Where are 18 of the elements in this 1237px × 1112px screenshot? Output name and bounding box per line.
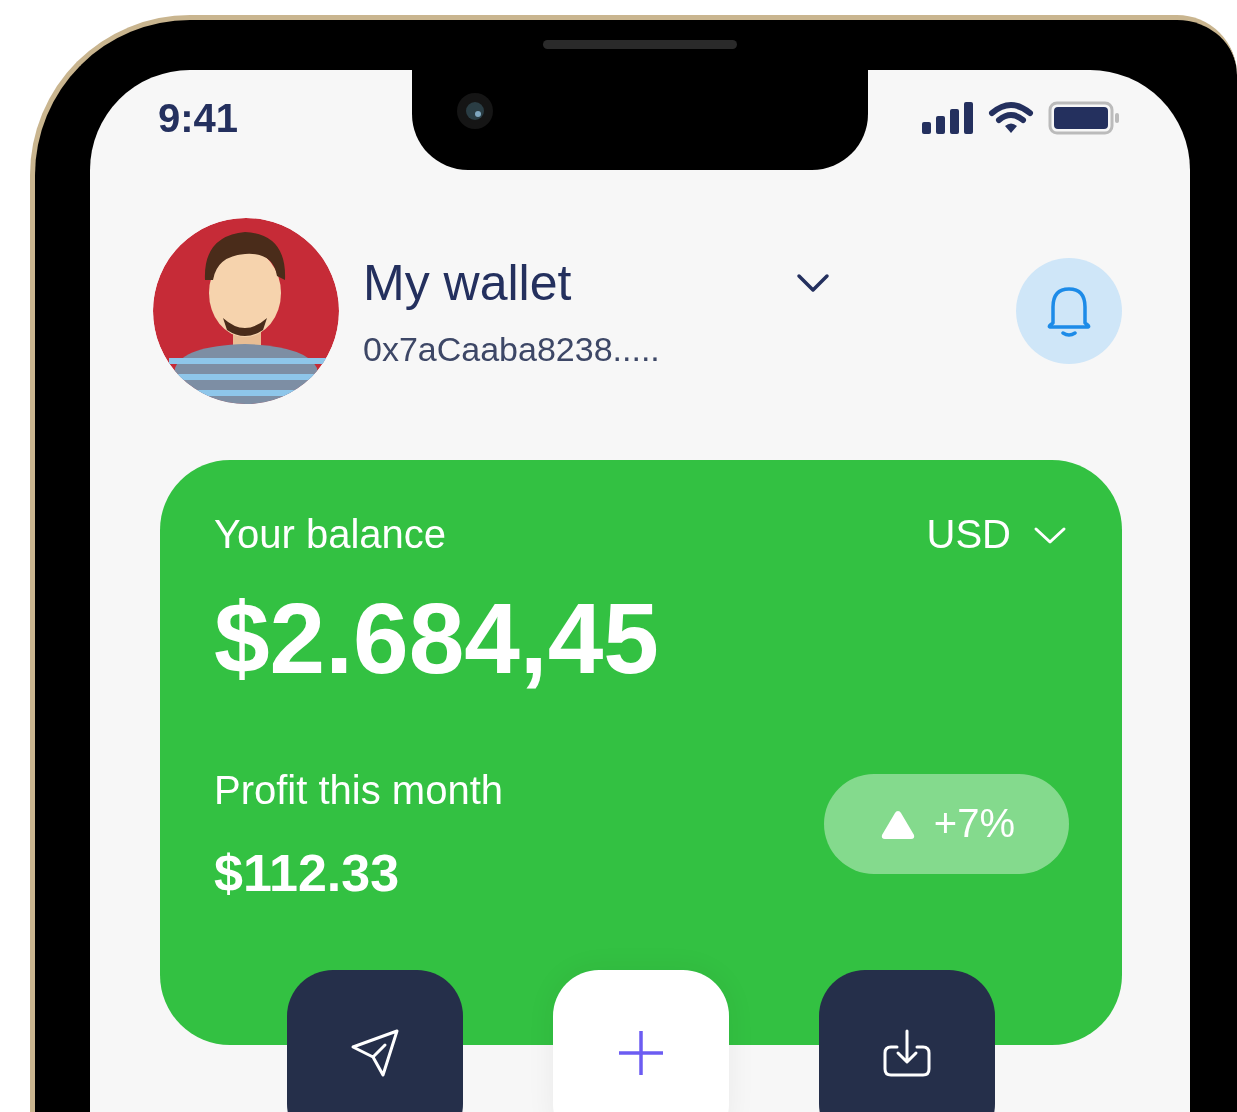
wallet-address: 0x7aCaaba8238.....: [363, 329, 661, 369]
clock-time: 9:41: [158, 95, 239, 141]
receive-button[interactable]: [819, 970, 995, 1112]
profit-label: Profit this month: [214, 768, 503, 813]
balance-label: Your balance: [214, 512, 447, 557]
signal-icon: [922, 102, 974, 134]
wifi-icon: [988, 101, 1034, 135]
download-icon: [881, 1027, 933, 1079]
wallet-title: My wallet: [363, 253, 572, 312]
plus-icon: [617, 1029, 665, 1077]
balance-amount: $2.684,45: [214, 581, 660, 696]
send-button[interactable]: [287, 970, 463, 1112]
battery-icon: [1048, 101, 1120, 135]
profit-amount: $112.33: [214, 843, 401, 903]
currency-selector[interactable]: USD: [926, 512, 1067, 557]
send-icon: [349, 1027, 401, 1079]
change-badge: +7%: [823, 773, 1069, 874]
camera-icon: [456, 92, 494, 130]
